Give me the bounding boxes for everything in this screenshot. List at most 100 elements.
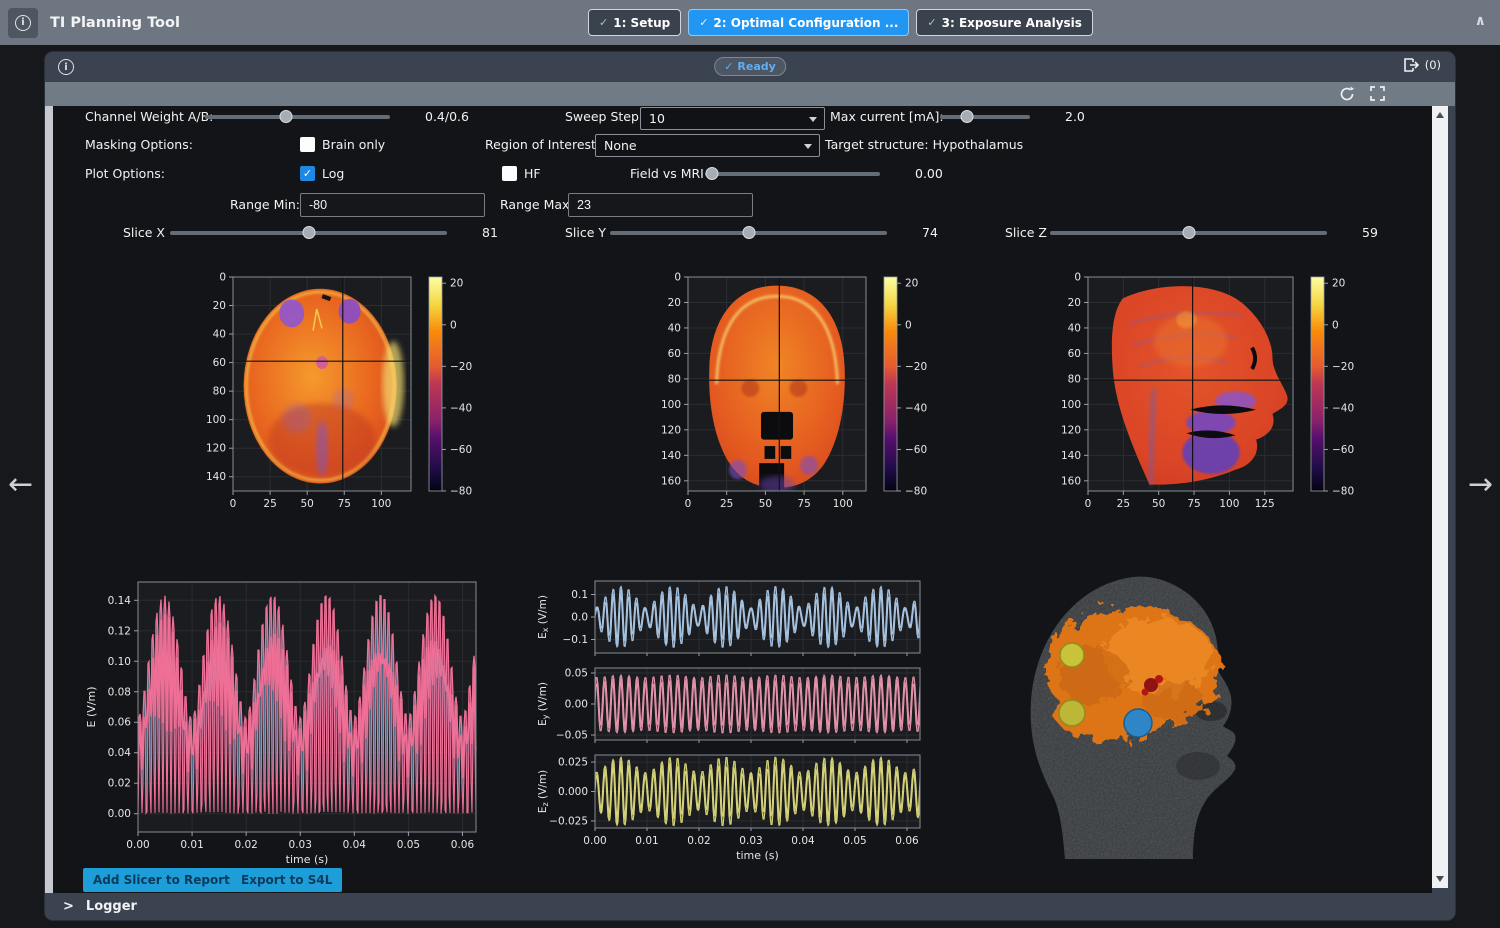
tab-exposure-analysis[interactable]: ✓ 3: Exposure Analysis [916,9,1093,36]
max-current-label: Max current [mA]: [830,109,944,125]
svg-text:20: 20 [450,278,463,290]
svg-text:120: 120 [661,424,681,436]
range-max-input[interactable] [568,193,753,217]
app-info-button[interactable]: i [8,8,38,38]
masking-options-label: Masking Options: [85,137,193,153]
svg-text:0: 0 [674,272,681,284]
svg-text:−40: −40 [1332,402,1354,414]
svg-text:60: 60 [668,348,681,360]
svg-text:0: 0 [905,319,912,331]
export-icon[interactable] [1403,58,1420,72]
step-tabs: ✓ 1: Setup ✓ 2: Optimal Configuration ..… [588,9,1093,36]
svg-text:−0.025: −0.025 [549,815,588,827]
scroll-up-arrow-icon[interactable] [1436,112,1444,118]
slider-thumb[interactable] [742,226,755,239]
svg-text:0: 0 [685,498,692,510]
fullscreen-icon[interactable] [1370,86,1385,101]
next-arrow-icon[interactable]: → [1468,470,1493,500]
check-icon: ✓ [699,16,708,29]
svg-text:25: 25 [1117,498,1130,510]
log-label: Log [322,166,344,182]
dashboard-content: Channel Weight A/B: 0.4/0.6 Sweep Step: … [53,106,1432,893]
svg-text:0.00: 0.00 [565,699,588,711]
slice-x-value: 81 [482,225,498,241]
svg-text:−40: −40 [905,402,927,414]
info-icon: i [15,15,31,31]
export-to-s4l-button[interactable]: Export to S4L [231,868,342,892]
check-icon: ✓ [599,16,608,29]
status-badge: ✓ Ready [714,57,786,76]
expand-chevron-icon[interactable]: > [63,899,74,914]
slider-thumb[interactable] [1182,226,1195,239]
slice-x-slider[interactable] [170,231,447,235]
collapse-chevron-icon[interactable]: ∧ [1475,13,1486,29]
logger-bar[interactable]: > Logger [45,893,1455,920]
svg-text:0.00: 0.00 [108,808,131,820]
refresh-icon[interactable] [1339,86,1355,102]
panel-left-edge [45,106,53,893]
svg-text:0: 0 [450,319,457,331]
tab-setup[interactable]: ✓ 1: Setup [588,9,681,36]
channel-weight-slider[interactable] [205,115,390,119]
svg-text:20: 20 [668,297,681,309]
slider-thumb[interactable] [706,167,719,180]
e-magnitude-plot: 0.000.020.040.060.080.100.120.140.000.01… [81,578,491,868]
sagittal-slice-plot: 0255075100125020406080100120140160200−20… [1050,271,1380,523]
scroll-down-arrow-icon[interactable] [1436,876,1444,882]
slice-y-label: Slice Y [565,225,606,241]
svg-text:−60: −60 [905,444,927,456]
svg-text:140: 140 [206,471,226,483]
roi-label: Region of Interest: [485,137,600,153]
tab-setup-label: 1: Setup [613,16,670,30]
tab-optimal-configuration-label: 2: Optimal Configuration ... [713,16,898,30]
roi-select[interactable]: None [595,134,820,157]
max-current-slider[interactable] [940,115,1030,119]
coronal-slice-plot: 0255075100020406080100120140160200−20−40… [650,271,950,523]
slider-thumb[interactable] [961,110,974,123]
tab-optimal-configuration[interactable]: ✓ 2: Optimal Configuration ... [688,9,909,36]
svg-text:40: 40 [668,322,681,334]
app-header: i TI Planning Tool ✓ 1: Setup ✓ 2: Optim… [0,0,1500,45]
sweep-step-label: Sweep Step: [565,109,643,125]
tab-exposure-analysis-label: 3: Exposure Analysis [942,16,1082,30]
svg-text:75: 75 [338,498,351,510]
max-current-value: 2.0 [1065,109,1085,125]
slice-z-slider[interactable] [1050,231,1327,235]
head-3d-view[interactable] [983,561,1363,861]
hf-checkbox[interactable] [502,166,517,181]
log-checkbox[interactable]: ✓ [300,166,315,181]
slider-thumb[interactable] [280,110,293,123]
main-panel: i ✓ Ready (0) Channel Weight A/B: [45,52,1455,920]
svg-text:100: 100 [206,414,226,426]
field-vs-mri-slider[interactable] [705,172,880,176]
check-icon: ✓ [927,16,936,29]
svg-text:0.04: 0.04 [108,747,132,759]
svg-text:0.01: 0.01 [635,835,658,847]
svg-text:0: 0 [1085,498,1092,510]
svg-text:−60: −60 [450,444,472,456]
svg-text:−60: −60 [1332,444,1354,456]
vertical-scrollbar[interactable] [1432,106,1448,888]
logger-label: Logger [86,899,137,914]
svg-text:0.02: 0.02 [108,778,131,790]
svg-text:0.08: 0.08 [108,686,131,698]
range-min-input[interactable] [300,193,485,217]
svg-text:60: 60 [1068,348,1081,360]
slice-x-label: Slice X [123,225,165,241]
sweep-step-select[interactable]: 10 [640,107,825,130]
svg-text:−20: −20 [1332,361,1354,373]
svg-text:25: 25 [263,498,276,510]
info-icon[interactable]: i [58,59,74,75]
svg-text:50: 50 [1152,498,1165,510]
svg-text:0.06: 0.06 [451,839,475,851]
axial-slice-plot: 0255075100020406080100120140200−20−40−60… [195,271,495,523]
svg-text:0: 0 [1074,272,1081,284]
prev-arrow-icon[interactable]: ← [8,470,33,500]
slice-y-slider[interactable] [610,231,887,235]
brain-only-checkbox[interactable] [300,137,315,152]
svg-text:0.00: 0.00 [126,839,149,851]
chevron-down-icon [809,117,817,122]
slider-thumb[interactable] [302,226,315,239]
field-vs-mri-label: Field vs MRI [630,166,704,182]
plot-toolbar [45,82,1455,106]
